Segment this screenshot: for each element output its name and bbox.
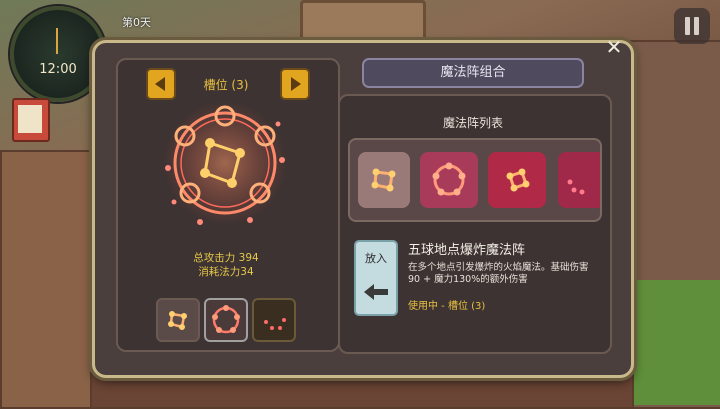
- quest-note-icon[interactable]: [12, 98, 50, 142]
- square-rune-icon: [168, 311, 187, 330]
- circle-list-scroller[interactable]: [348, 138, 602, 222]
- arrow-left-icon: [364, 284, 388, 300]
- dots-rune-icon: [264, 318, 286, 330]
- list-item[interactable]: [420, 152, 478, 208]
- slot-title: 槽位 (3): [203, 78, 249, 92]
- ring-rune-icon: [432, 162, 466, 196]
- magic-circle-preview: [163, 101, 287, 225]
- spell-status: 使用中 - 槽位 (3): [408, 301, 486, 312]
- list-item[interactable]: [488, 152, 546, 208]
- circle-list-title: 魔法阵列表: [442, 116, 503, 130]
- equipped-slot-2[interactable]: [204, 298, 248, 342]
- clock-hand: [56, 28, 58, 54]
- close-icon[interactable]: ✕: [603, 36, 625, 58]
- next-slot-button[interactable]: [280, 68, 310, 100]
- spell-name: 五球地点爆炸魔法阵: [408, 243, 526, 258]
- background-wooden-wall: [0, 150, 94, 409]
- equipped-slot-1[interactable]: [156, 298, 200, 342]
- total-attack-stat: 总攻击力 394: [193, 252, 259, 264]
- put-in-button[interactable]: 放入: [354, 240, 398, 316]
- ring-rune-icon: [212, 305, 240, 334]
- square-rune-icon: [371, 168, 396, 192]
- list-item[interactable]: [358, 152, 410, 208]
- clock-time: 12:00: [39, 62, 77, 77]
- spell-description: 在多个地点引发爆炸的火焰魔法。基础伤害 90 + 魔力130%的额外伤害: [408, 262, 589, 285]
- equipped-slot-3[interactable]: [252, 298, 296, 342]
- pause-button[interactable]: [674, 8, 710, 44]
- put-in-label: 放入: [365, 252, 387, 265]
- mana-cost-stat: 消耗法力34: [198, 266, 254, 278]
- list-item[interactable]: [558, 152, 600, 208]
- prev-slot-button[interactable]: [146, 68, 176, 100]
- dialog-title: 魔法阵组合: [362, 58, 584, 88]
- dots-rune-icon: [567, 179, 585, 195]
- diamond-rune-icon: [506, 168, 530, 192]
- day-label: 第0天: [122, 16, 151, 29]
